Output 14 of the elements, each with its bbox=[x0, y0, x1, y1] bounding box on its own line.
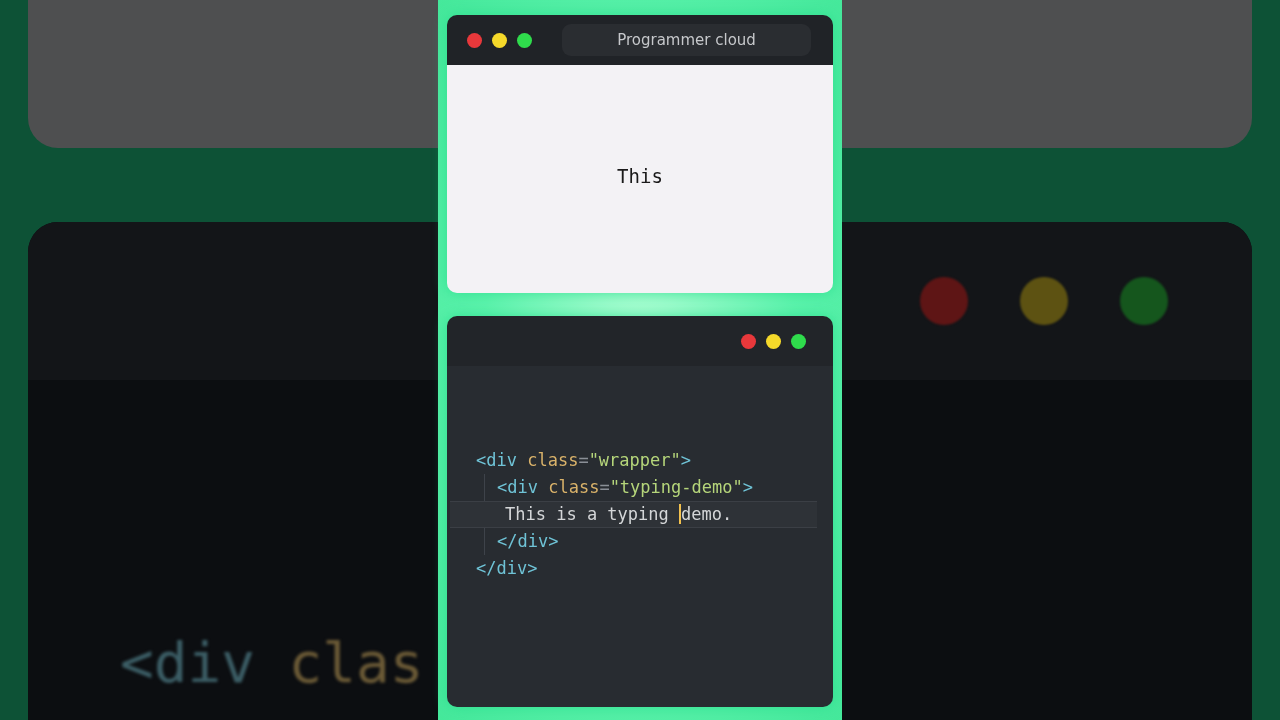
code-line: </div> bbox=[496, 530, 560, 553]
window-control-icon[interactable] bbox=[766, 333, 781, 349]
window-title: Programmer cloud bbox=[562, 24, 811, 56]
window-control-icon bbox=[1020, 277, 1068, 325]
window-control-icon bbox=[1120, 277, 1168, 325]
output-text: This bbox=[617, 165, 663, 187]
window-control-icon[interactable] bbox=[517, 32, 532, 48]
window-control-icon bbox=[920, 277, 968, 325]
window-control-icon[interactable] bbox=[492, 32, 507, 48]
code-line: <div class="typing-demo"> bbox=[496, 476, 754, 499]
code-line: <div class="wrapper"> bbox=[475, 449, 692, 472]
code-line: </div> bbox=[475, 557, 539, 580]
window-control-icon[interactable] bbox=[791, 333, 806, 349]
blurred-code: <div clas bbox=[119, 630, 425, 695]
